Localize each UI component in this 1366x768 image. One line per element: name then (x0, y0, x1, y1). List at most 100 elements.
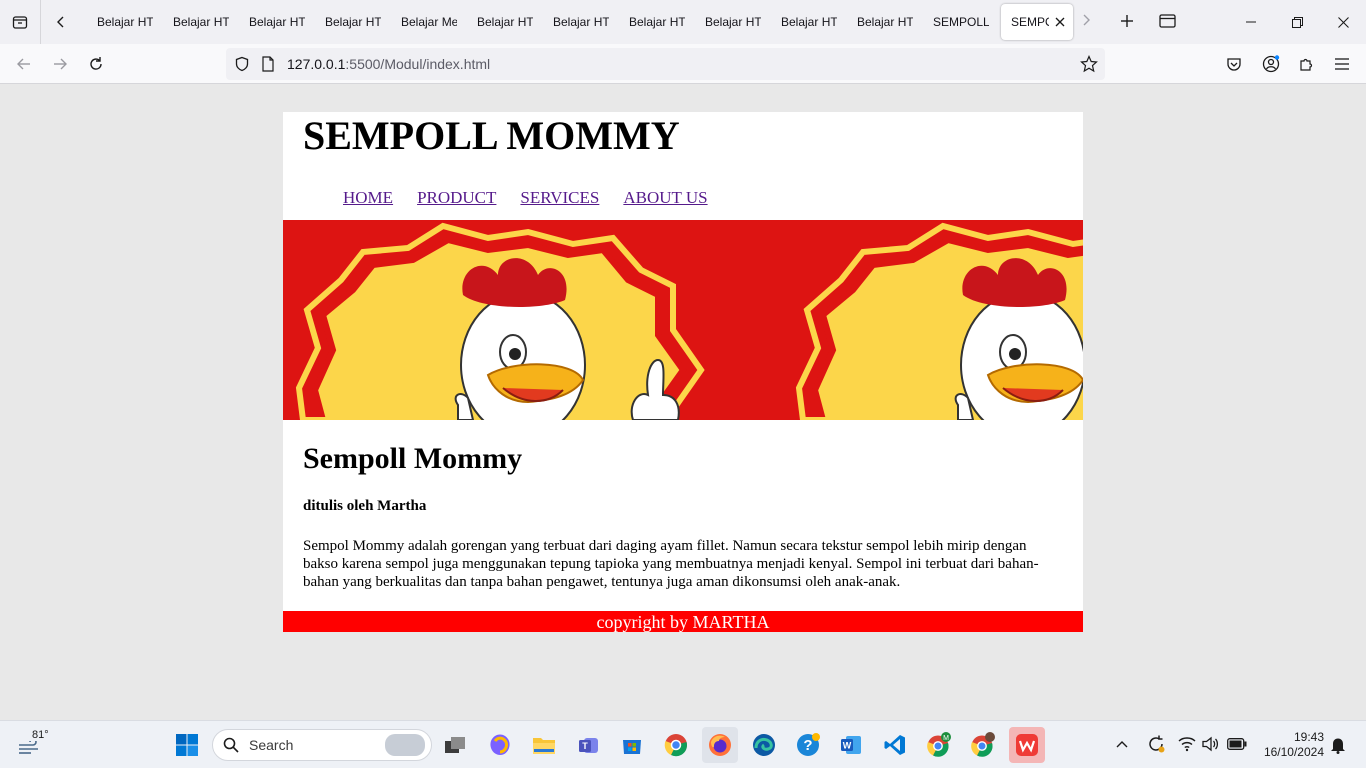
tab[interactable]: Belajar HTML (87, 4, 163, 40)
scroll-tabs-right-button[interactable] (1080, 14, 1092, 29)
file-explorer-button[interactable] (526, 727, 562, 763)
menu-services-link[interactable]: SERVICES (520, 188, 599, 208)
tab-label: Belajar HTML (857, 15, 913, 29)
url-bar[interactable]: 127.0.0.1:5500/Modul/index.html (226, 48, 1105, 80)
search-highlight-icon (385, 734, 425, 756)
help-button[interactable]: ? (790, 727, 826, 763)
account-button[interactable] (1257, 50, 1285, 78)
url-host: 127.0.0.1 (287, 56, 346, 72)
store-button[interactable] (614, 727, 650, 763)
tab-label: Belajar HTML (249, 15, 305, 29)
teams-button[interactable]: T (571, 727, 607, 763)
reload-button[interactable] (82, 50, 110, 78)
menu-product-link[interactable]: PRODUCT (417, 188, 496, 208)
tab[interactable]: Belajar HTML (695, 4, 771, 40)
tab[interactable]: Belajar HTML (239, 4, 315, 40)
battery-button[interactable] (1227, 738, 1247, 753)
tab[interactable]: Belajar HTML (543, 4, 619, 40)
volume-button[interactable] (1202, 736, 1220, 755)
tab-overview-button[interactable] (0, 0, 40, 44)
main-menu: HOME PRODUCT SERVICES ABOUT US (283, 168, 1083, 220)
minimize-button[interactable] (1228, 0, 1274, 44)
url-path: :5500/Modul/index.html (345, 56, 491, 72)
tab[interactable]: Belajar Me (391, 4, 467, 40)
back-button[interactable] (10, 50, 38, 78)
reload-icon (90, 57, 102, 70)
tab-list: Belajar HTML Belajar HTML Belajar HTML B… (87, 0, 1073, 44)
new-tab-button[interactable] (1120, 14, 1134, 31)
article-title: Sempoll Mommy (303, 442, 523, 475)
notifications-button[interactable] (1330, 736, 1346, 757)
menu-about-link[interactable]: ABOUT US (623, 188, 707, 208)
close-window-button[interactable] (1320, 0, 1366, 44)
edge-button[interactable] (746, 727, 782, 763)
arrow-left-icon (17, 58, 30, 70)
account-icon (1262, 55, 1280, 73)
task-view-button[interactable] (437, 727, 473, 763)
forward-button[interactable] (46, 50, 74, 78)
url-text: 127.0.0.1:5500/Modul/index.html (287, 56, 490, 72)
scroll-tabs-left-button[interactable] (41, 0, 81, 44)
menu-home-link[interactable]: HOME (343, 188, 393, 208)
show-hidden-icons-button[interactable] (1116, 738, 1128, 752)
tab[interactable]: Belajar HTML (847, 4, 923, 40)
sync-icon (1149, 735, 1165, 753)
chrome-icon (971, 732, 995, 757)
vscode-button[interactable] (877, 727, 913, 763)
tab[interactable]: Belajar HTML (315, 4, 391, 40)
network-button[interactable] (1178, 736, 1196, 755)
plus-icon (1121, 15, 1133, 27)
svg-text:M: M (943, 735, 949, 742)
tab-label: SEMPOLL MOMMY (1011, 15, 1049, 29)
tab[interactable]: Belajar HTML (619, 4, 695, 40)
clock-time: 19:43 (1293, 730, 1324, 744)
word-button[interactable]: W (833, 727, 869, 763)
chevron-left-icon (57, 16, 64, 28)
minimize-icon (1246, 21, 1256, 23)
tab-label: Belajar HTML (477, 15, 533, 29)
tab-label: Belajar HTML (325, 15, 381, 29)
tab[interactable]: Belajar HTML (163, 4, 239, 40)
extensions-button[interactable] (1292, 50, 1320, 78)
battery-icon (1227, 738, 1247, 750)
weather-widget[interactable]: 81° (16, 727, 56, 763)
tab-strip: Belajar HTML Belajar HTML Belajar HTML B… (0, 0, 1366, 44)
shield-icon[interactable] (234, 56, 250, 72)
pocket-button[interactable] (1220, 50, 1248, 78)
close-icon[interactable] (1055, 17, 1065, 27)
help-icon: ? (797, 733, 820, 756)
wind-icon (19, 741, 38, 754)
taskbar-search[interactable]: Search (212, 729, 432, 761)
tab[interactable]: Belajar HTML (771, 4, 847, 40)
weather-temp: 81° (32, 729, 49, 741)
task-view-icon (445, 737, 465, 753)
tab-manager-button[interactable] (1159, 14, 1176, 31)
svg-text:?: ? (803, 737, 812, 754)
footer: copyright by MARTHA (283, 611, 1083, 632)
chrome-profile-2-button[interactable] (965, 727, 1001, 763)
chrome-button[interactable] (658, 727, 694, 763)
restore-button[interactable] (1274, 0, 1320, 44)
wps-office-button[interactable] (1009, 727, 1045, 763)
wifi-icon (1178, 737, 1196, 752)
star-icon[interactable] (1080, 55, 1098, 73)
chrome-profile-button[interactable]: M (921, 727, 957, 763)
tab-active[interactable]: SEMPOLL MOMMY (1001, 4, 1073, 40)
menu-button[interactable] (1328, 50, 1356, 78)
chicken-mascot-illustration (295, 222, 1083, 420)
clock[interactable]: 19:43 16/10/2024 (1264, 730, 1324, 760)
svg-text:T: T (582, 741, 588, 751)
copilot-icon (490, 734, 510, 755)
tab-label: Belajar HTML (781, 15, 837, 29)
article-body: Sempol Mommy adalah gorengan yang terbua… (303, 538, 1039, 590)
mascot-left (295, 222, 705, 420)
sync-tray-button[interactable] (1146, 734, 1166, 757)
start-button[interactable] (169, 727, 205, 763)
banner-image (283, 220, 1083, 420)
article-author: ditulis oleh Martha (303, 498, 427, 514)
copilot-button[interactable] (482, 727, 518, 763)
firefox-button[interactable] (702, 727, 738, 763)
tab[interactable]: Belajar HTML (467, 4, 543, 40)
tab[interactable]: SEMPOLL (923, 4, 999, 40)
mascot-right (795, 222, 1083, 420)
